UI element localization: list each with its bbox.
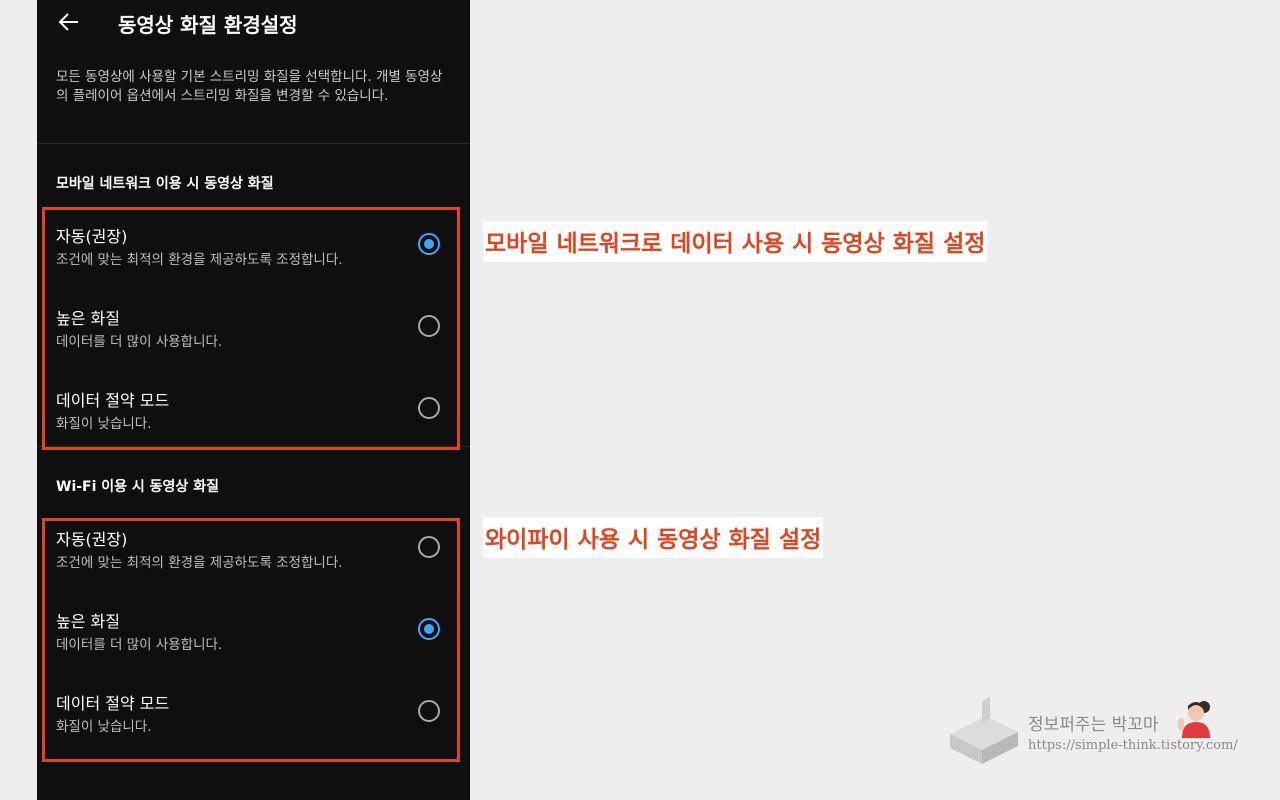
mobile-option-auto[interactable]: 자동(권장) 조건에 맞는 최적의 환경을 제공하도록 조정합니다. [37,210,470,292]
app-header: 동영상 화질 환경설정 [37,0,470,46]
wifi-option-auto[interactable]: 자동(권장) 조건에 맞는 최적의 환경을 제공하도록 조정합니다. [37,513,470,595]
wifi-annotation: 와이파이 사용 시 동영상 화질 설정 [483,517,824,558]
wifi-section-label: Wi-Fi 이용 시 동영상 화질 [56,479,219,495]
page: 동영상 화질 환경설정 모든 동영상에 사용할 기본 스트리밍 화질을 선택합니… [0,0,1280,800]
radio-selected-icon[interactable] [418,233,440,255]
option-label: 데이터 절약 모드 [56,694,170,713]
watermark-url: https://simple-think.tistory.com/ [1028,738,1238,753]
mobile-section-label: 모바일 네트워크 이용 시 동영상 화질 [56,176,274,192]
divider [37,446,470,447]
radio-unselected-icon[interactable] [418,315,440,337]
option-description: 화질이 낮습니다. [56,416,152,432]
wifi-option-data-saver[interactable]: 데이터 절약 모드 화질이 낮습니다. [37,677,470,759]
radio-unselected-icon[interactable] [418,536,440,558]
watermark-name: 정보퍼주는 박꼬마 [1028,715,1159,735]
option-label: 자동(권장) [56,530,128,549]
wifi-option-high[interactable]: 높은 화질 데이터를 더 많이 사용합니다. [37,595,470,677]
option-description: 데이터를 더 많이 사용합니다. [56,334,223,350]
radio-unselected-icon[interactable] [418,397,440,419]
mobile-option-data-saver[interactable]: 데이터 절약 모드 화질이 낮습니다. [37,374,470,456]
option-label: 높은 화질 [56,612,120,631]
option-description: 조건에 맞는 최적의 환경을 제공하도록 조정합니다. [56,555,343,571]
mobile-annotation: 모바일 네트워크로 데이터 사용 시 동영상 화질 설정 [483,221,988,262]
avatar-icon [1178,701,1210,738]
option-description: 데이터를 더 많이 사용합니다. [56,637,223,653]
option-label: 자동(권장) [56,227,128,246]
arrow-left-icon [58,13,78,31]
radio-unselected-icon[interactable] [418,700,440,722]
mobile-option-high[interactable]: 높은 화질 데이터를 더 많이 사용합니다. [37,292,470,374]
option-description: 조건에 맞는 최적의 환경을 제공하도록 조정합니다. [56,252,343,268]
back-button[interactable] [51,4,87,40]
description-text: 모든 동영상에 사용할 기본 스트리밍 화질을 선택합니다. 개별 동영상의 플… [56,69,443,104]
radio-selected-icon[interactable] [418,618,440,640]
divider [37,143,470,144]
option-description: 화질이 낮습니다. [56,719,152,735]
option-label: 데이터 절약 모드 [56,391,170,410]
page-title: 동영상 화질 환경설정 [118,13,298,37]
watermark: 정보퍼주는 박꼬마 https://simple-think.tistory.c… [946,696,1246,766]
settings-screen: 동영상 화질 환경설정 모든 동영상에 사용할 기본 스트리밍 화질을 선택합니… [37,0,470,800]
cube-logo-icon [950,696,1018,764]
option-label: 높은 화질 [56,309,120,328]
